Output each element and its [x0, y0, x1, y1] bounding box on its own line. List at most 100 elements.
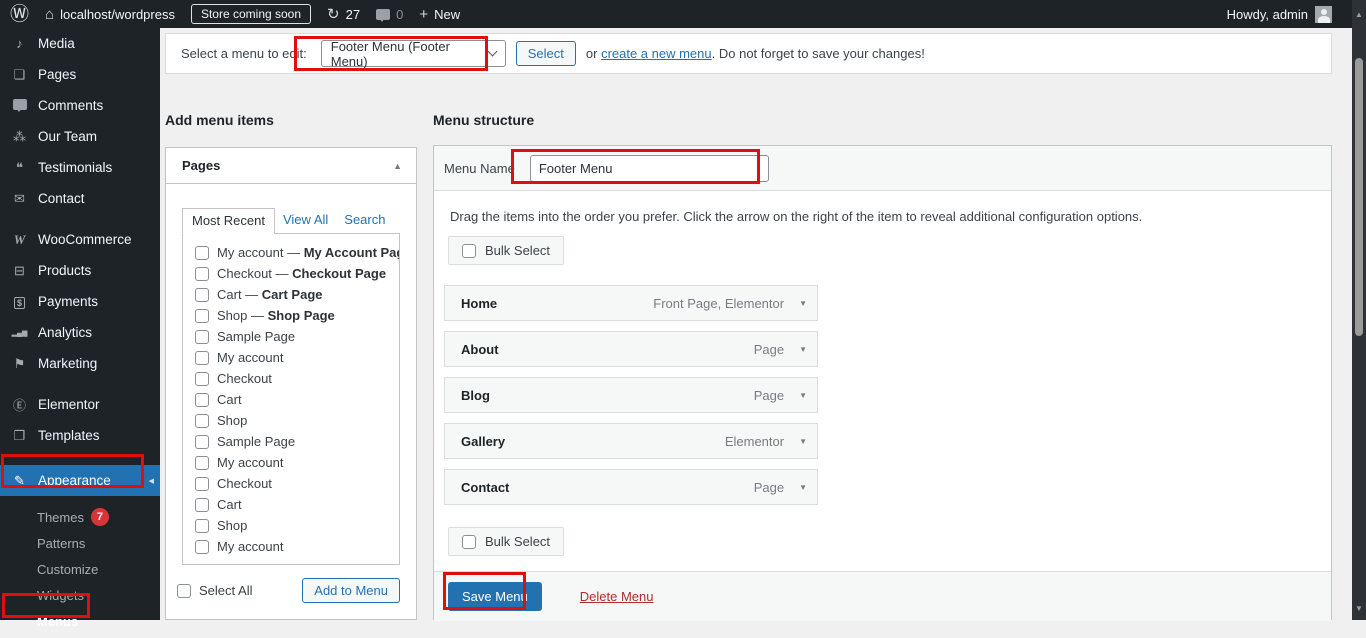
menu-item-home[interactable]: Home Front Page, Elementor ▼ — [444, 285, 818, 321]
expand-item-icon[interactable]: ▼ — [799, 345, 807, 354]
sidebar-item-marketing[interactable]: ⚑ Marketing — [0, 348, 160, 379]
menu-item-contact[interactable]: Contact Page ▼ — [444, 469, 818, 505]
checkbox[interactable] — [195, 519, 209, 533]
checkbox[interactable] — [195, 246, 209, 260]
checkbox[interactable] — [195, 288, 209, 302]
sidebar-item-our-team[interactable]: ⁂ Our Team — [0, 121, 160, 152]
site-link[interactable]: ⌂ localhost/wordpress — [45, 7, 175, 22]
manage-menus-bar: Select a menu to edit: Footer Menu (Foot… — [165, 33, 1332, 74]
team-icon: ⁂ — [10, 129, 29, 145]
bulk-select-checkbox[interactable] — [462, 244, 476, 258]
sidebar-item-widgets[interactable]: Widgets — [0, 582, 160, 608]
expand-item-icon[interactable]: ▼ — [799, 483, 807, 492]
checkbox[interactable] — [195, 309, 209, 323]
howdy-text: Howdy, admin — [1227, 7, 1308, 22]
expand-item-icon[interactable]: ▼ — [799, 299, 807, 308]
menu-actions-footer: Save Menu Delete Menu — [434, 571, 1331, 621]
sidebar-item-label: Elementor — [38, 397, 100, 412]
menu-select-dropdown[interactable]: Footer Menu (Footer Menu) — [321, 40, 506, 67]
sidebar-item-products[interactable]: ⊟ Products — [0, 255, 160, 286]
scrollbar-thumb[interactable] — [1355, 58, 1363, 336]
after-text: . Do not forget to save your changes! — [712, 46, 925, 61]
select-button[interactable]: Select — [516, 41, 576, 66]
menu-item-blog[interactable]: Blog Page ▼ — [444, 377, 818, 413]
sidebar-item-label: Our Team — [38, 129, 97, 144]
quote-icon: ❝ — [10, 160, 29, 176]
wordpress-logo-icon: Ⓦ — [10, 5, 29, 24]
sidebar-item-appearance[interactable]: ✎ Appearance ◀ — [0, 465, 160, 496]
page-checkbox-row: Sample Page — [183, 326, 399, 347]
megaphone-icon: ⚑ — [10, 356, 29, 372]
expand-item-icon[interactable]: ▼ — [799, 437, 807, 446]
sidebar-item-label: Pages — [38, 67, 76, 82]
sidebar-item-woocommerce[interactable]: W WooCommerce — [0, 224, 160, 255]
admin-bar: Ⓦ ⌂ localhost/wordpress Store coming soo… — [0, 0, 1366, 28]
page-checkbox-row: Cart — [183, 494, 399, 515]
sidebar-item-payments[interactable]: $ Payments — [0, 286, 160, 317]
checkbox[interactable] — [195, 456, 209, 470]
elementor-icon: Ⓔ — [10, 395, 29, 414]
save-menu-button[interactable]: Save Menu — [448, 582, 542, 611]
account-menu[interactable]: Howdy, admin — [1227, 6, 1332, 23]
page-scrollbar[interactable]: ▲ ▼ — [1352, 0, 1366, 620]
new-content-link[interactable]: + New — [419, 7, 460, 22]
bulk-select-checkbox[interactable] — [462, 535, 476, 549]
sidebar-item-templates[interactable]: ❒ Templates — [0, 420, 160, 451]
scroll-down-icon[interactable]: ▼ — [1352, 604, 1366, 613]
sidebar-item-media[interactable]: ♪ Media — [0, 28, 160, 59]
submenu-label: Patterns — [37, 536, 85, 551]
comments-link[interactable]: 0 — [376, 7, 403, 22]
sidebar-item-label: Products — [38, 263, 91, 278]
sidebar-item-patterns[interactable]: Patterns — [0, 530, 160, 556]
checkbox[interactable] — [195, 372, 209, 386]
accordion-toggle-icon[interactable]: ▲ — [393, 161, 402, 171]
sidebar-item-testimonials[interactable]: ❝ Testimonials — [0, 152, 160, 183]
brush-icon: ✎ — [10, 473, 29, 489]
scroll-up-icon[interactable]: ▲ — [1352, 10, 1366, 19]
checkbox[interactable] — [195, 351, 209, 365]
sidebar-item-customize[interactable]: Customize — [0, 556, 160, 582]
tab-most-recent[interactable]: Most Recent — [182, 208, 275, 234]
sidebar-item-menus[interactable]: Menus — [0, 608, 160, 634]
sidebar-item-label: Comments — [38, 98, 103, 113]
checkbox[interactable] — [195, 330, 209, 344]
pages-accordion-header[interactable]: Pages ▲ — [166, 148, 416, 184]
bulk-select-bottom[interactable]: Bulk Select — [448, 527, 564, 556]
woocommerce-icon: W — [10, 232, 29, 248]
sidebar-item-elementor[interactable]: Ⓔ Elementor — [0, 389, 160, 420]
delete-menu-link[interactable]: Delete Menu — [580, 589, 654, 604]
menu-name-input[interactable] — [530, 155, 769, 182]
checkbox[interactable] — [195, 477, 209, 491]
page-checkbox-row: My account — [183, 347, 399, 368]
add-to-menu-button[interactable]: Add to Menu — [302, 578, 400, 603]
sidebar-item-label: Media — [38, 36, 75, 51]
menu-item-title: Blog — [461, 388, 490, 403]
sidebar-item-pages[interactable]: ❏ Pages — [0, 59, 160, 90]
coming-soon-badge[interactable]: Store coming soon — [191, 4, 311, 24]
bulk-select-top[interactable]: Bulk Select — [448, 236, 564, 265]
menu-item-type: Page — [754, 480, 784, 495]
tab-search[interactable]: Search — [336, 208, 393, 233]
menu-item-title: Home — [461, 296, 497, 311]
sidebar-item-analytics[interactable]: ▂▄▆ Analytics — [0, 317, 160, 348]
create-new-menu-link[interactable]: create a new menu — [601, 46, 712, 61]
expand-item-icon[interactable]: ▼ — [799, 391, 807, 400]
tab-view-all[interactable]: View All — [275, 208, 336, 233]
sidebar-item-comments[interactable]: Comments — [0, 90, 160, 121]
updates-link[interactable]: ↻ 27 — [327, 7, 360, 22]
menu-item-about[interactable]: About Page ▼ — [444, 331, 818, 367]
wordpress-menu[interactable]: Ⓦ — [10, 5, 29, 24]
select-menu-label: Select a menu to edit: — [181, 46, 307, 61]
checkbox[interactable] — [195, 267, 209, 281]
menu-items-list: Home Front Page, Elementor ▼ About Page … — [444, 285, 1321, 505]
pages-icon: ❏ — [10, 67, 29, 83]
checkbox[interactable] — [195, 498, 209, 512]
select-all-checkbox[interactable] — [177, 584, 191, 598]
checkbox[interactable] — [195, 393, 209, 407]
menu-item-gallery[interactable]: Gallery Elementor ▼ — [444, 423, 818, 459]
checkbox[interactable] — [195, 540, 209, 554]
sidebar-item-contact[interactable]: ✉ Contact — [0, 183, 160, 214]
checkbox[interactable] — [195, 414, 209, 428]
sidebar-item-themes[interactable]: Themes 7 — [0, 504, 160, 530]
checkbox[interactable] — [195, 435, 209, 449]
